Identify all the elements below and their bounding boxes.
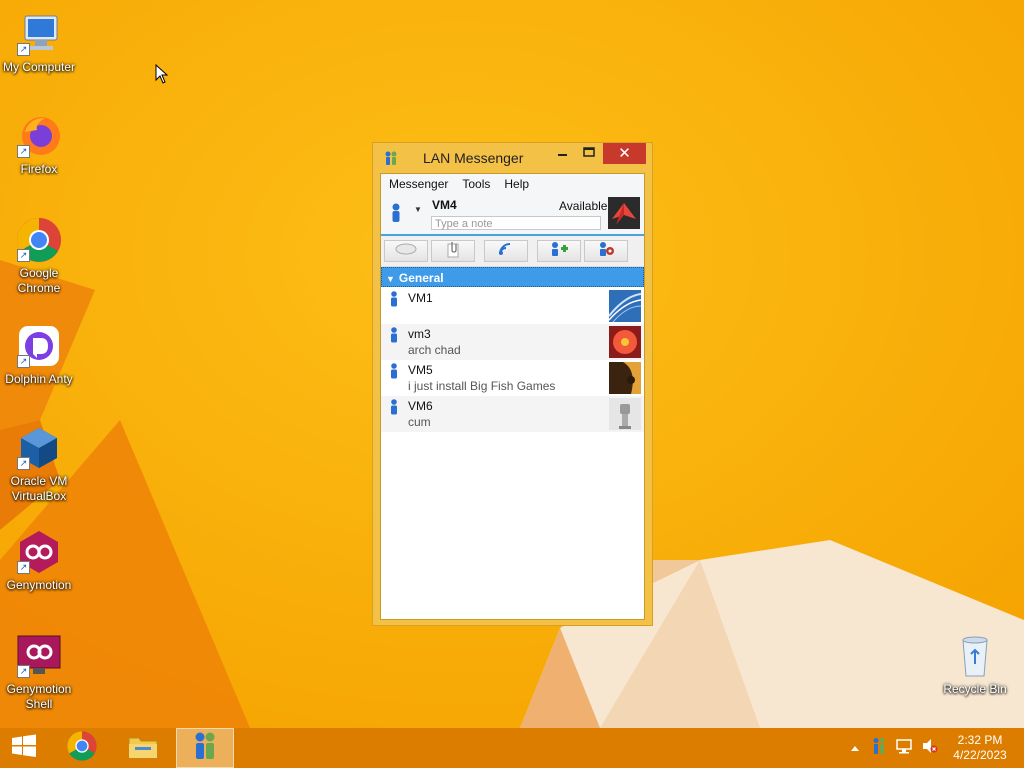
user-name: VM4 [432, 198, 457, 212]
status-dropdown-icon[interactable]: ▼ [414, 205, 422, 214]
contact-avatar [609, 362, 641, 394]
taskbar-lan-messenger[interactable] [176, 728, 234, 768]
desktop-icon-label: My Computer [2, 60, 76, 74]
desktop-icon-label: Oracle VM VirtualBox [10, 474, 68, 503]
broadcast-button[interactable] [484, 240, 528, 262]
desktop-icon-label: Firefox [20, 162, 58, 176]
dolphin-anty-icon: ↗ [15, 322, 63, 370]
contact-status-icon [389, 327, 399, 348]
network-icon[interactable] [896, 738, 912, 759]
settings-button[interactable] [584, 240, 628, 262]
genymotion-icon: ↗ [15, 528, 63, 576]
firefox-icon: ↗ [15, 112, 63, 160]
taskbar-chrome[interactable] [60, 728, 104, 768]
minimize-button[interactable] [549, 143, 575, 164]
lan-messenger-window: LAN Messenger ✕ Messenger Tools Help ▼ V… [372, 142, 653, 626]
clock-time: 2:32 PM [957, 733, 1003, 747]
desktop-icon-label: Genymotion Shell [6, 682, 72, 711]
menu-tools[interactable]: Tools [462, 177, 490, 191]
desktop-icon-my-computer[interactable]: ↗ My Computer [0, 10, 78, 75]
volume-muted-icon[interactable] [922, 738, 938, 759]
lan-messenger-icon [191, 731, 219, 766]
desktop-icon-label: Google Chrome [17, 266, 61, 295]
menu-help[interactable]: Help [504, 177, 529, 191]
contact-note: i just install Big Fish Games [408, 379, 556, 393]
desktop-icon-recycle-bin[interactable]: Recycle Bin [936, 632, 1014, 697]
user-status-icon[interactable] [389, 203, 403, 228]
contact-note: cum [408, 415, 431, 429]
desktop-icon-label: Genymotion [6, 578, 72, 592]
desktop-icon-virtualbox[interactable]: ↗ Oracle VM VirtualBox [0, 424, 78, 504]
contact-name: VM1 [408, 291, 433, 305]
desktop-icon-firefox[interactable]: ↗ Firefox [0, 112, 78, 177]
recycle-bin-icon [951, 632, 999, 680]
close-button[interactable]: ✕ [603, 143, 646, 164]
menu-bar: Messenger Tools Help [381, 174, 644, 194]
contact-item[interactable]: VM5 i just install Big Fish Games [381, 360, 644, 396]
contact-status-icon [389, 291, 399, 312]
desktop-icon-dolphin-anty[interactable]: ↗ Dolphin Anty [0, 322, 78, 387]
desktop-icon-genymotion-shell[interactable]: ↗ Genymotion Shell [0, 632, 78, 712]
desktop-icon-label: Dolphin Anty [5, 372, 73, 386]
window-titlebar[interactable]: LAN Messenger ✕ [373, 143, 652, 173]
windows-logo-icon [10, 734, 38, 763]
contact-name: VM6 [408, 399, 433, 413]
user-status[interactable]: Available [559, 199, 607, 213]
add-user-icon [549, 241, 569, 262]
contact-avatar [608, 290, 642, 323]
chrome-icon: ↗ [15, 216, 63, 264]
paperclip-icon [445, 240, 461, 263]
contact-name: VM5 [408, 363, 433, 377]
taskbar-clock[interactable]: 2:32 PM 4/22/2023 [940, 733, 1020, 763]
add-contact-button[interactable] [537, 240, 581, 262]
desktop-icon-google-chrome[interactable]: ↗ Google Chrome [0, 216, 78, 296]
lan-messenger-app-icon [383, 150, 399, 171]
window-client-area: Messenger Tools Help ▼ VM4 Available Typ… [380, 173, 645, 620]
taskbar: 2:32 PM 4/22/2023 [0, 728, 1024, 768]
contact-item[interactable]: vm3 arch chad [381, 324, 644, 360]
clock-date: 4/22/2023 [953, 748, 1007, 762]
genymotion-shell-icon: ↗ [15, 632, 63, 680]
window-title: LAN Messenger [423, 150, 524, 166]
contact-item[interactable]: VM1 [381, 288, 644, 324]
close-icon: ✕ [618, 145, 631, 162]
computer-icon: ↗ [15, 10, 63, 58]
group-name: General [398, 271, 444, 285]
contact-note: arch chad [408, 343, 461, 357]
toolbar [381, 236, 644, 267]
contact-status-icon [389, 363, 399, 384]
mouse-cursor-icon [155, 63, 169, 89]
maximize-button[interactable] [576, 143, 602, 164]
send-file-button[interactable] [431, 240, 475, 262]
chat-bubble-icon [394, 242, 418, 261]
chrome-icon [66, 730, 98, 767]
contact-list: VM1 vm3 arch chad VM5 i just install Big… [381, 288, 644, 432]
contact-group-general[interactable]: ▼ General [381, 267, 644, 287]
system-tray [850, 728, 938, 768]
show-hidden-icons-icon[interactable] [850, 739, 860, 757]
settings-icon [596, 241, 616, 262]
contact-avatar [609, 326, 641, 358]
contact-avatar [609, 398, 641, 430]
user-profile-panel: ▼ VM4 Available Type a note [381, 194, 644, 236]
broadcast-icon [497, 241, 515, 262]
chat-button[interactable] [384, 240, 428, 262]
virtualbox-icon: ↗ [15, 424, 63, 472]
contact-item[interactable]: VM6 cum [381, 396, 644, 432]
folder-icon [127, 732, 159, 765]
contact-name: vm3 [408, 327, 431, 341]
start-button[interactable] [4, 728, 44, 768]
menu-messenger[interactable]: Messenger [389, 177, 448, 191]
desktop-icon-genymotion[interactable]: ↗ Genymotion [0, 528, 78, 593]
note-input[interactable]: Type a note [431, 216, 601, 230]
taskbar-file-explorer[interactable] [120, 728, 166, 768]
desktop-icon-label: Recycle Bin [943, 682, 1007, 696]
user-avatar[interactable] [608, 197, 640, 229]
lan-messenger-tray-icon[interactable] [872, 737, 886, 760]
collapse-arrow-icon[interactable]: ▼ [386, 269, 395, 289]
contact-status-icon [389, 399, 399, 420]
